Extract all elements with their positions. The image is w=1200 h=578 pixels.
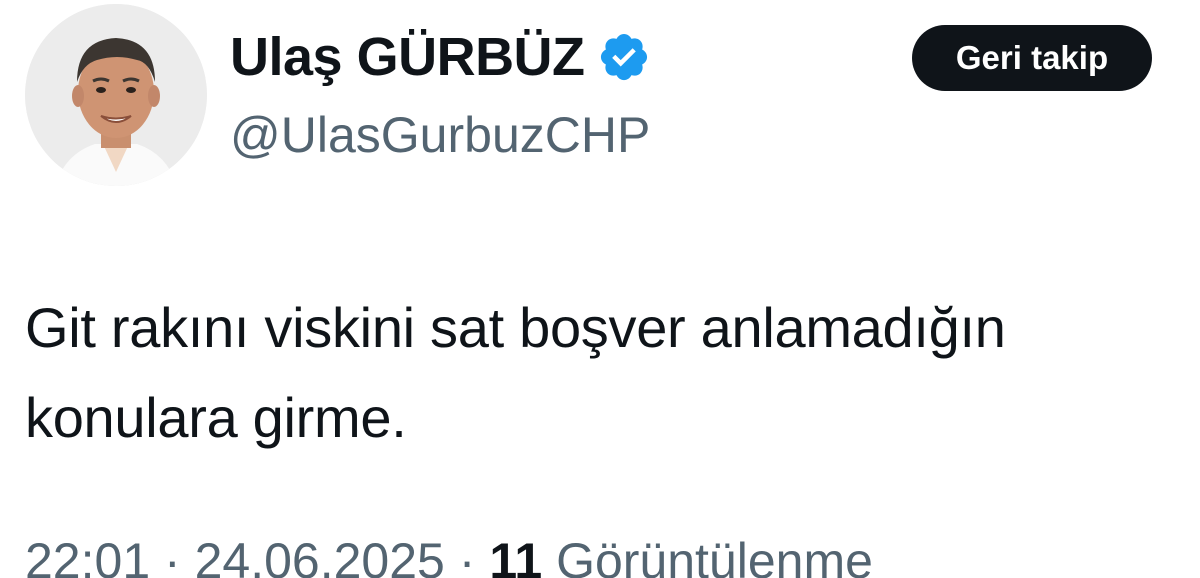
tweet-time[interactable]: 22:01 — [25, 533, 150, 578]
display-name-text: Ulaş GÜRBÜZ — [230, 27, 585, 87]
tweet-meta: 22:01 · 24.06.2025 · 11 Görüntülenme — [25, 530, 873, 578]
meta-separator: · — [458, 533, 476, 578]
follow-back-button[interactable]: Geri takip — [912, 25, 1152, 91]
views-count: 11 — [489, 533, 543, 578]
tweet-text: Git rakını viskini sat boşver anlamadığı… — [25, 296, 1006, 449]
meta-separator: · — [164, 533, 181, 578]
views-label: Görüntülenme — [556, 533, 873, 578]
tweet-date[interactable]: 24.06.2025 — [195, 533, 445, 578]
user-handle[interactable]: @UlasGurbuzCHP — [230, 104, 650, 166]
tweet-card: Ulaş GÜRBÜZ @UlasGurbuzCHP Geri takip Gi… — [0, 0, 1200, 578]
avatar-image — [25, 4, 207, 186]
avatar[interactable] — [25, 4, 207, 186]
verified-badge-icon[interactable] — [597, 30, 651, 84]
user-display-name[interactable]: Ulaş GÜRBÜZ — [230, 24, 651, 90]
